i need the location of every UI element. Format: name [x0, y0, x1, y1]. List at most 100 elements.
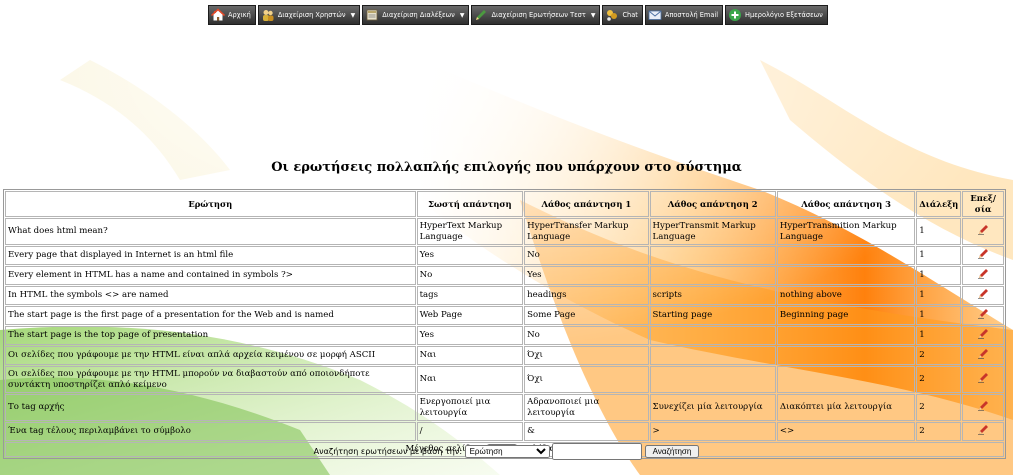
edit-icon[interactable] [977, 288, 989, 299]
correct-answer-cell: Ναι [416, 366, 524, 393]
wrong-answer-3-cell [776, 346, 916, 365]
wrong-answer-1-cell: Όχι [524, 346, 649, 365]
correct-answer-cell: Yes [416, 326, 524, 345]
column-header-wrong-answer-1[interactable]: Λάθος απάντηση 1 [524, 191, 649, 217]
wrong-answer-3-cell: <> [776, 422, 916, 441]
edit-cell [962, 286, 1004, 305]
menu-button-5[interactable]: Αποστολή Email [644, 5, 724, 25]
correct-answer-cell: Ναι [416, 346, 524, 365]
question-cell: The start page is the first page of a pr… [5, 306, 416, 325]
wrong-answer-1-cell: Yes [524, 266, 649, 285]
question-cell: Οι σελίδες που γράφουμε με την HTML είνα… [5, 346, 416, 365]
table-row: Every element in HTML has a name and con… [5, 266, 1004, 285]
wrong-answer-1-cell: No [524, 246, 649, 265]
wrong-answer-3-cell [776, 246, 916, 265]
search-button[interactable]: Αναζήτηση [644, 445, 700, 458]
wrong-answer-3-cell [776, 266, 916, 285]
edit-cell [962, 246, 1004, 265]
menu-button-0[interactable]: Αρχική [208, 5, 256, 25]
menu-button-3[interactable]: Διαχείριση Ερωτήσεων Τεστ ▼ [471, 5, 601, 25]
chevron-down-icon: ▼ [350, 11, 356, 19]
lecture-cell: 1 [916, 326, 962, 345]
menu-button-label: Chat [622, 11, 638, 19]
wrong-answer-1-cell: Some Page [524, 306, 649, 325]
table-header-row: Ερώτηση Σωστή απάντηση Λάθος απάντηση 1 … [5, 191, 1004, 217]
edit-cell [962, 422, 1004, 441]
edit-cell [962, 218, 1004, 245]
menu-button-label: Ημερολόγιο Εξετάσεων [745, 11, 823, 19]
menu-button-1[interactable]: Διαχείριση Χρηστών ▼ [257, 5, 361, 25]
search-field-select[interactable]: Ερώτηση [464, 445, 550, 458]
column-header-question[interactable]: Ερώτηση [5, 191, 416, 217]
column-header-wrong-answer-3[interactable]: Λάθος απάντηση 3 [776, 191, 916, 217]
column-header-edit: Επεξ/σία [962, 191, 1004, 217]
table-row: Οι σελίδες που γράφουμε με την HTML μπορ… [5, 366, 1004, 393]
wrong-answer-3-cell: nothing above [776, 286, 916, 305]
search-label: Αναζήτηση ερωτήσεων με βάση την: [313, 447, 463, 456]
edit-cell [962, 346, 1004, 365]
column-header-lecture[interactable]: Διάλεξη [916, 191, 962, 217]
correct-answer-cell: Yes [416, 246, 524, 265]
question-cell: The start page is the top page of presen… [5, 326, 416, 345]
correct-answer-cell: No [416, 266, 524, 285]
wrong-answer-2-cell: Συνεχίζει μία λειτουργία [649, 394, 776, 421]
edit-cell [962, 326, 1004, 345]
menu-button-6[interactable]: Ημερολόγιο Εξετάσεων [725, 5, 828, 25]
table-row: Το tag αρχής Ενεργοποιεί μια λειτουργία Αδ… [5, 394, 1004, 421]
wrong-answer-2-cell: HyperTransmit Markup Language [649, 218, 776, 245]
menu-button-4[interactable]: Chat [602, 5, 643, 25]
lecture-cell: 1 [916, 218, 962, 245]
wrong-answer-2-cell [649, 366, 776, 393]
question-cell: Every page that displayed in Internet is… [5, 246, 416, 265]
table-row: In HTML the symbols <> are named tags head… [5, 286, 1004, 305]
lecture-cell: 2 [916, 422, 962, 441]
users-icon [261, 8, 275, 22]
wrong-answer-1-cell: & [524, 422, 649, 441]
chevron-down-icon: ▼ [459, 11, 465, 19]
table-row: Every page that displayed in Internet is… [5, 246, 1004, 265]
edit-icon[interactable] [977, 372, 989, 383]
wrong-answer-2-cell: scripts [649, 286, 776, 305]
wrong-answer-3-cell [776, 326, 916, 345]
menu-button-label: Διαχείριση Χρηστών [277, 11, 346, 19]
chat-icon [605, 8, 619, 22]
edit-icon[interactable] [977, 328, 989, 339]
search-input[interactable] [552, 443, 643, 460]
menu-button-2[interactable]: Διαχείριση Διαλέξεων ▼ [362, 5, 470, 25]
edit-icon[interactable] [977, 348, 989, 359]
correct-answer-cell: Web Page [416, 306, 524, 325]
question-cell: Το tag αρχής [5, 394, 416, 421]
wrong-answer-3-cell: Διακόπτει μία λειτουργία [776, 394, 916, 421]
column-header-correct-answer[interactable]: Σωστή απάντηση [416, 191, 524, 217]
question-cell: Οι σελίδες που γράφουμε με την HTML μπορ… [5, 366, 416, 393]
edit-icon [474, 8, 488, 22]
correct-answer-cell: / [416, 422, 524, 441]
wrong-answer-1-cell: headings [524, 286, 649, 305]
column-header-wrong-answer-2[interactable]: Λάθος απάντηση 2 [649, 191, 776, 217]
chevron-down-icon: ▼ [590, 11, 596, 19]
edit-icon[interactable] [977, 424, 989, 435]
edit-icon[interactable] [977, 268, 989, 279]
wrong-answer-1-cell: Όχι [524, 366, 649, 393]
page-title: Οι ερωτήσεις πολλαπλής επιλογής που υπάρ… [271, 160, 742, 175]
home-icon [211, 8, 225, 22]
edit-icon[interactable] [977, 224, 989, 235]
top-menu: Αρχική Διαχείριση Χρηστών ▼ Διαχείριση Διαλ… [208, 5, 828, 25]
lecture-cell: 1 [916, 266, 962, 285]
wrong-answer-1-cell: No [524, 326, 649, 345]
lecture-cell: 1 [916, 246, 962, 265]
lecture-cell: 2 [916, 366, 962, 393]
lecture-cell: 2 [916, 394, 962, 421]
lecture-cell: 1 [916, 306, 962, 325]
edit-icon[interactable] [977, 248, 989, 259]
table-row: What does html mean? HyperText Markup Lan… [5, 218, 1004, 245]
wrong-answer-2-cell: Starting page [649, 306, 776, 325]
email-icon [648, 8, 662, 22]
edit-icon[interactable] [977, 400, 989, 411]
table-row: The start page is the top page of presen… [5, 326, 1004, 345]
menu-button-label: Διαχείριση Διαλέξεων [382, 11, 455, 19]
edit-cell [962, 394, 1004, 421]
add-icon [728, 8, 742, 22]
wrong-answer-2-cell [649, 326, 776, 345]
edit-icon[interactable] [977, 308, 989, 319]
